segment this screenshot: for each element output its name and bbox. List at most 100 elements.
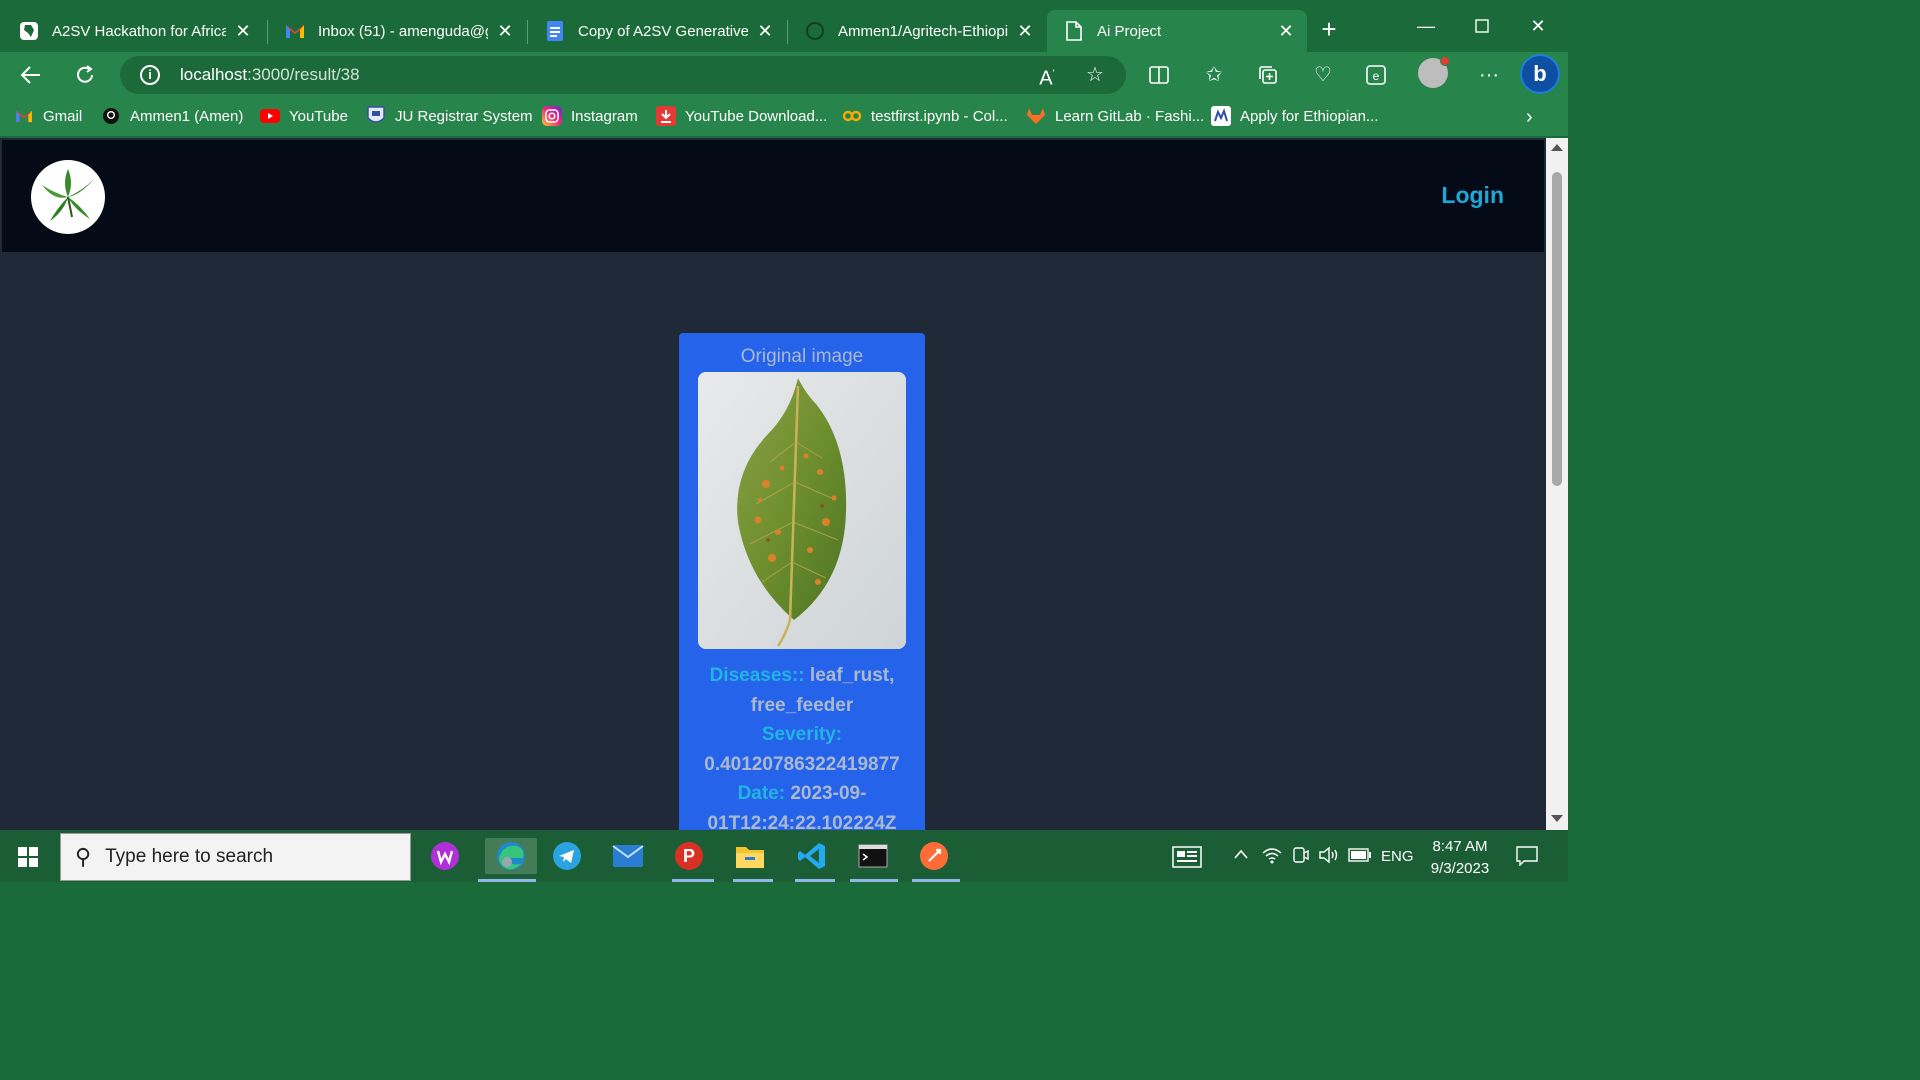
- bookmark-label: Ammen1 (Amen): [130, 107, 244, 125]
- chevron-up-icon[interactable]: [1234, 846, 1248, 863]
- bookmark-ju-registrar[interactable]: JU Registrar System: [366, 104, 533, 128]
- instagram-icon: [542, 106, 562, 126]
- window-close-icon[interactable]: ✕: [1518, 12, 1558, 40]
- bookmark-learn-gitlab[interactable]: Learn GitLab · Fashi...: [1026, 104, 1204, 128]
- bookmark-gmail[interactable]: Gmail: [14, 104, 82, 128]
- browser-essentials-icon[interactable]: ♡: [1308, 60, 1338, 90]
- browser-tab-strip: A2SV Hackathon for Africa ✕ Inbox (51) -…: [0, 0, 1568, 52]
- favorites-icon[interactable]: ✩: [1199, 60, 1229, 90]
- svg-text:e: e: [1373, 69, 1380, 83]
- result-card: Original image Diseases:: leaf_rust, fre…: [679, 333, 925, 830]
- maximize-icon[interactable]: [1462, 12, 1502, 40]
- news-widget-icon[interactable]: [1172, 846, 1202, 872]
- profile-avatar[interactable]: [1418, 56, 1450, 88]
- bookmark-label: YouTube Download...: [685, 107, 828, 125]
- tab-title: Ai Project: [1097, 22, 1162, 40]
- volume-icon[interactable]: [1318, 846, 1340, 868]
- close-icon[interactable]: ✕: [234, 22, 252, 40]
- split-screen-icon[interactable]: [1144, 60, 1174, 90]
- bookmark-colab-notebook[interactable]: testfirst.ipynb - Col...: [842, 104, 1008, 128]
- leaf-logo[interactable]: [31, 160, 105, 234]
- meet-now-icon[interactable]: [1292, 846, 1310, 868]
- input-language[interactable]: ENG: [1381, 848, 1414, 865]
- telegram-icon[interactable]: [549, 838, 585, 874]
- tab-title: A2SV Hackathon for Africa: [52, 22, 226, 40]
- url-host: localhost: [180, 65, 248, 84]
- tab-title: Copy of A2SV Generative AI: [578, 22, 748, 40]
- page-viewport: Login Original image Diseases:: leaf_rus…: [0, 138, 1546, 830]
- address-bar[interactable]: i localhost:3000/result/38: [120, 56, 1126, 94]
- scroll-down-icon[interactable]: [1551, 815, 1563, 822]
- login-link[interactable]: Login: [1441, 182, 1504, 209]
- bookmarks-bar: Gmail Ammen1 (Amen) YouTube JU Registrar…: [0, 98, 1568, 136]
- notification-center-icon[interactable]: [1516, 846, 1538, 870]
- close-icon[interactable]: ✕: [756, 22, 774, 40]
- running-app-indicator: [733, 879, 773, 882]
- tab-ai-project[interactable]: Ai Project ✕: [1047, 10, 1307, 52]
- bookmark-label: YouTube: [289, 107, 348, 125]
- scroll-up-icon[interactable]: [1551, 144, 1563, 151]
- back-arrow-icon[interactable]: [16, 60, 46, 90]
- system-clock[interactable]: 8:47 AM 9/3/2023: [1426, 836, 1494, 880]
- ju-icon: [366, 106, 386, 126]
- mail-icon[interactable]: [610, 838, 646, 874]
- site-header: Login: [2, 140, 1544, 252]
- google-docs-icon: [544, 20, 566, 42]
- colab-icon: [842, 106, 862, 126]
- file-explorer-icon[interactable]: [732, 838, 768, 874]
- running-app-indicator: [795, 879, 835, 882]
- running-app-indicator: [912, 879, 960, 882]
- uploaded-leaf-image: [698, 372, 906, 649]
- postman-icon[interactable]: P: [671, 838, 707, 874]
- download-icon: [656, 106, 676, 126]
- internet-explorer-mode-icon[interactable]: e: [1361, 60, 1391, 90]
- windows-taskbar: ⚲ Type here to search P ENG 8:47 AM 9/3/…: [0, 830, 1568, 882]
- favorite-star-icon[interactable]: ☆: [1082, 62, 1108, 88]
- wifi-icon[interactable]: [1262, 846, 1282, 868]
- scrollbar-thumb[interactable]: [1552, 172, 1562, 486]
- gitlab-icon: [1026, 106, 1046, 126]
- gmail-icon: [284, 20, 306, 42]
- new-tab-icon[interactable]: +: [1316, 16, 1342, 42]
- bookmark-label: testfirst.ipynb - Col...: [871, 107, 1008, 125]
- bookmark-youtube[interactable]: YouTube: [260, 104, 348, 128]
- tab-google-doc[interactable]: Copy of A2SV Generative AI ✕: [528, 10, 786, 52]
- vscode-icon[interactable]: [794, 838, 830, 874]
- postman-rocket-icon[interactable]: [916, 838, 952, 874]
- refresh-icon[interactable]: [70, 60, 100, 90]
- notification-dot: [1440, 56, 1450, 66]
- site-info-icon[interactable]: i: [140, 65, 160, 85]
- taskbar-search-box[interactable]: ⚲ Type here to search: [60, 833, 411, 881]
- clock-date: 9/3/2023: [1430, 860, 1490, 877]
- a2sv-africa-icon: [18, 20, 40, 42]
- severity-value: 0.40120786322419877: [704, 753, 900, 775]
- edge-browser-icon[interactable]: [485, 838, 537, 874]
- battery-icon[interactable]: [1348, 848, 1372, 866]
- bookmark-youtube-downloader[interactable]: YouTube Download...: [656, 104, 827, 128]
- bookmark-github-ammen1[interactable]: Ammen1 (Amen): [101, 104, 243, 128]
- bing-copilot-icon[interactable]: b: [1522, 56, 1558, 92]
- bookmark-ethiopian-apply[interactable]: Apply for Ethiopian...: [1211, 104, 1378, 128]
- date-value: 2023-09-01T12:24:22.102224Z: [707, 783, 897, 830]
- collections-icon[interactable]: [1253, 60, 1283, 90]
- close-icon[interactable]: ✕: [1277, 22, 1295, 40]
- wps-office-icon[interactable]: [427, 838, 463, 874]
- bookmark-label: Instagram: [571, 107, 638, 125]
- terminal-icon[interactable]: [855, 838, 891, 874]
- github-icon: [804, 20, 826, 42]
- tab-github-repo[interactable]: Ammen1/Agritech-Ethiopia ✕: [788, 10, 1046, 52]
- close-icon[interactable]: ✕: [1016, 22, 1034, 40]
- windows-start-icon[interactable]: [18, 847, 38, 867]
- bookmark-instagram[interactable]: Instagram: [542, 104, 638, 128]
- more-options-icon[interactable]: ···: [1474, 60, 1504, 90]
- tab-gmail-inbox[interactable]: Inbox (51) - amenguda@gm ✕: [268, 10, 526, 52]
- minimize-icon[interactable]: —: [1406, 12, 1446, 40]
- page-scrollbar[interactable]: [1546, 138, 1568, 830]
- active-app-indicator: [478, 879, 536, 882]
- read-aloud-icon[interactable]: Aʼ: [1034, 62, 1060, 90]
- chevron-right-icon[interactable]: ›: [1526, 106, 1533, 129]
- close-icon[interactable]: ✕: [496, 22, 514, 40]
- running-app-indicator: [672, 879, 714, 882]
- tab-a2sv-hackathon[interactable]: A2SV Hackathon for Africa ✕: [2, 10, 264, 52]
- tab-title: Inbox (51) - amenguda@gm: [318, 22, 488, 40]
